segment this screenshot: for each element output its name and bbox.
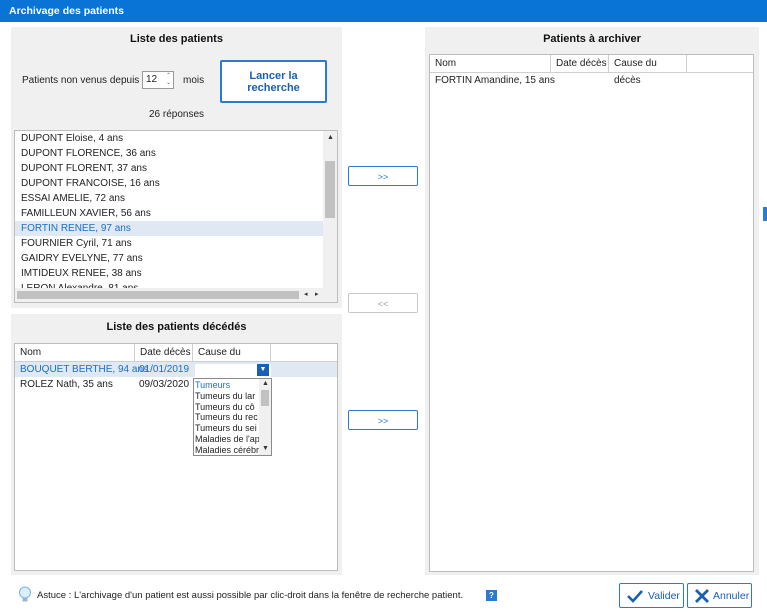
options-thumb[interactable]	[261, 390, 269, 406]
help-icon[interactable]: ?	[486, 590, 497, 601]
scroll-left-icon[interactable]: ◂	[304, 291, 308, 299]
hscroll-thumb[interactable]	[17, 291, 299, 299]
list-item[interactable]: FAMILLEUN XAVIER, 56 ans	[21, 206, 151, 221]
months-stepper[interactable]: 12 ⌃ ⌄	[142, 71, 174, 89]
cause-dropdown[interactable]: ▼	[195, 364, 271, 377]
result-count: 26 réponses	[148, 109, 205, 120]
add-deceased-button[interactable]: >>	[348, 410, 418, 430]
patients-list[interactable]: DUPONT Eloise, 4 ans DUPONT FLORENCE, 36 …	[14, 130, 338, 303]
cancel-label: Annuler	[713, 590, 750, 602]
deceased-name: ROLEZ Nath, 35 ans	[20, 379, 113, 390]
col-header-name[interactable]: Nom	[15, 344, 135, 361]
list-item[interactable]: ESSAI AMELIE, 72 ans	[21, 191, 125, 206]
options-up-icon[interactable]: ▲	[262, 380, 269, 388]
deceased-date: 01/01/2019	[139, 364, 190, 375]
list-item[interactable]: DUPONT FLORENCE, 36 ans	[21, 146, 156, 161]
cause-option[interactable]: Maladies cérébr	[195, 445, 259, 455]
horizontal-scrollbar[interactable]: ◂ ▸	[15, 288, 337, 302]
months-value: 12	[146, 74, 158, 85]
tip-text: Astuce : L'archivage d'un patient est au…	[37, 590, 464, 601]
right-edge-mark	[763, 207, 767, 221]
deceased-table[interactable]: Nom Date décès Cause du décès BOUQUET BE…	[14, 343, 338, 571]
list-item[interactable]: FORTIN RENEE, 97 ans	[21, 221, 131, 236]
vertical-scrollbar[interactable]: ▲	[323, 131, 337, 288]
options-scrollbar[interactable]: ▲ ▼	[259, 379, 271, 455]
lightbulb-icon	[19, 586, 31, 602]
cause-option[interactable]: Tumeurs du rec	[195, 412, 259, 423]
stepper-down-icon[interactable]: ⌄	[166, 79, 171, 86]
archive-panel-title: Patients à archiver	[543, 33, 641, 45]
list-item[interactable]: GAIDRY EVELYNE, 77 ans	[21, 251, 143, 266]
search-button[interactable]: Lancer la recherche	[220, 60, 327, 103]
deceased-date: 09/03/2020	[139, 379, 190, 390]
options-down-icon[interactable]: ▼	[262, 445, 269, 453]
col-header-cause[interactable]: Cause du décès	[193, 344, 271, 375]
deceased-panel: Liste des patients décédés Nom Date décè…	[11, 314, 342, 575]
scroll-right-icon[interactable]: ▸	[315, 291, 319, 299]
deceased-name: BOUQUET BERTHE, 94 ans	[20, 364, 149, 375]
archive-panel: Patients à archiver Nom Date décès Cause…	[425, 27, 759, 575]
archive-table[interactable]: Nom Date décès Cause du décès FORTIN Ama…	[429, 54, 754, 572]
col-header-date[interactable]: Date décès	[135, 344, 193, 361]
list-item[interactable]: DUPONT Eloise, 4 ans	[21, 131, 123, 146]
cause-options-list[interactable]: Tumeurs Tumeurs du lar Tumeurs du cô Tumeur…	[193, 378, 272, 456]
col-header-name[interactable]: Nom	[430, 55, 551, 72]
window-title: Archivage des patients	[0, 0, 767, 22]
cause-option[interactable]: Tumeurs du sei	[195, 423, 259, 434]
remove-from-archive-button[interactable]: <<	[348, 293, 418, 313]
scroll-up-icon[interactable]: ▲	[327, 134, 334, 142]
validate-button[interactable]: Valider	[619, 583, 684, 608]
validate-label: Valider	[648, 590, 680, 602]
add-to-archive-button[interactable]: >>	[348, 166, 418, 186]
stepper-up-icon[interactable]: ⌃	[166, 72, 171, 79]
filter-label: Patients non venus depuis	[22, 75, 140, 86]
archive-name: FORTIN Amandine, 15 ans	[435, 75, 555, 86]
list-item[interactable]: FOURNIER Cyril, 71 ans	[21, 236, 132, 251]
patients-panel-title: Liste des patients	[130, 33, 223, 45]
list-item[interactable]: IMTIDEUX RENEE, 38 ans	[21, 266, 142, 281]
col-header-date[interactable]: Date décès	[551, 55, 609, 72]
scroll-thumb[interactable]	[325, 161, 335, 218]
list-item[interactable]: DUPONT FLORENT, 37 ans	[21, 161, 147, 176]
chevron-down-icon[interactable]: ▼	[257, 364, 269, 376]
cause-option[interactable]: Tumeurs du cô	[195, 402, 259, 413]
list-item[interactable]: DUPONT FRANCOISE, 16 ans	[21, 176, 160, 191]
cause-option[interactable]: Tumeurs	[195, 380, 259, 391]
checkmark-icon	[627, 590, 643, 603]
close-icon	[695, 589, 709, 603]
col-header-cause[interactable]: Cause du décès	[609, 55, 687, 86]
patients-panel: Liste des patients Patients non venus de…	[11, 27, 342, 308]
deceased-panel-title: Liste des patients décédés	[106, 321, 247, 333]
cancel-button[interactable]: Annuler	[687, 583, 752, 608]
cause-option[interactable]: Maladies de l'ap	[195, 434, 259, 445]
months-unit: mois	[183, 75, 205, 86]
cause-option[interactable]: Tumeurs du lar	[195, 391, 259, 402]
